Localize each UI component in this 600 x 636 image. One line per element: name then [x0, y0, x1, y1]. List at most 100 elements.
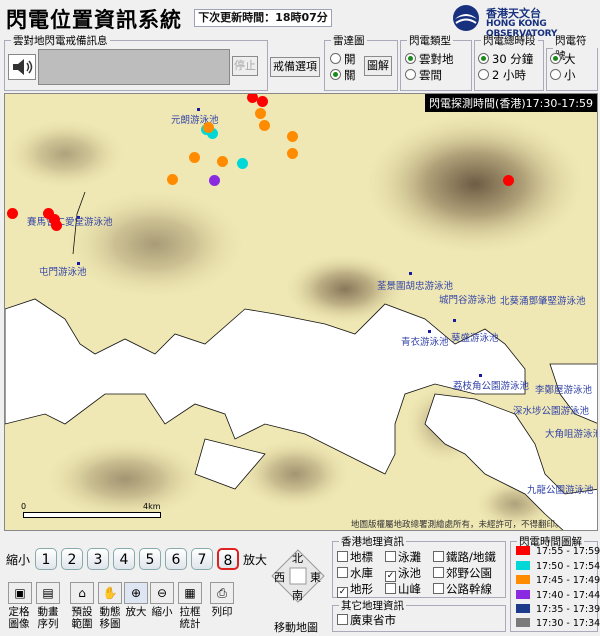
pan-west[interactable]: 西	[274, 569, 285, 585]
geo-peak-checkbox[interactable]: 山峰	[385, 581, 421, 597]
scale-start: 0	[21, 502, 27, 511]
map-copyright: 地圖版權屬地政總署測繪處所有，未經許可，不得翻印。	[351, 520, 564, 530]
pool-label: 大角咀游泳池	[545, 429, 598, 440]
legend-swatch	[516, 575, 530, 584]
animation-label: 動畫 序列	[37, 606, 59, 630]
pool-label: 李鄭屋游泳池	[535, 385, 593, 396]
type-cloud-ground-radio[interactable]: 雲對地	[405, 51, 454, 67]
geo-info-legend: 香港地理資訊	[341, 536, 404, 548]
pan-button[interactable]: ✋	[98, 582, 122, 604]
stop-alert-button[interactable]: 停止	[232, 56, 258, 76]
pool-label: 葵盛游泳池	[451, 333, 499, 344]
zoom-level-5[interactable]: 5	[139, 548, 161, 570]
zoom-level-8[interactable]: 8	[217, 548, 239, 570]
home-icon: ⌂	[78, 586, 86, 600]
zoom-shrink-label: 縮小	[6, 553, 31, 567]
alert-panel-legend: 雲對地閃電戒備訊息	[13, 35, 108, 47]
scale-bar	[23, 512, 161, 518]
app-title: 閃電位置資訊系統	[6, 8, 182, 32]
box-stats-button[interactable]: ▦	[178, 582, 202, 604]
radar-legend-button[interactable]: 圖解	[364, 56, 392, 76]
lightning-strike	[51, 220, 62, 231]
lightning-strike	[287, 148, 298, 159]
period-2hr-radio[interactable]: 2 小時	[478, 67, 526, 83]
zoom-level-3[interactable]: 3	[87, 548, 109, 570]
legend-swatch	[516, 546, 530, 555]
radar-panel-legend: 雷達圖	[333, 35, 365, 47]
next-update-time: 下次更新時間：18時07分	[194, 9, 332, 27]
lightning-strike	[217, 156, 228, 167]
pool-label: 荃景圍胡忠游泳池	[377, 281, 454, 292]
geo-highway-checkbox[interactable]: 公路幹線	[433, 581, 492, 597]
guangdong-cities-label: 廣東省市	[350, 613, 396, 627]
still-image-icon: ▣	[14, 586, 26, 600]
lightning-strike	[287, 131, 298, 142]
lightning-strike	[203, 122, 214, 133]
geo-reservoir-checkbox[interactable]: 水庫	[337, 565, 373, 581]
geo-country-park-checkbox[interactable]: 郊野公園	[433, 565, 492, 581]
legend-row: 17:50 - 17:54	[516, 561, 600, 572]
pan-south[interactable]: 南	[292, 587, 303, 603]
printer-icon: ⎙	[217, 586, 227, 600]
pool-marker	[428, 330, 431, 333]
lightning-map[interactable]: 閃電探測時間(香港)17:30-17:59 元朗游泳池 賽馬會仁愛堂游泳池 屯門…	[4, 93, 598, 531]
hand-icon: ✋	[102, 586, 118, 600]
speaker-button[interactable]	[8, 54, 36, 80]
alert-message-box	[38, 49, 230, 85]
zoom-in-icon: ⊕	[130, 586, 142, 600]
legend-row: 17:40 - 17:44	[516, 590, 600, 601]
pool-label: 深水埗公園游泳池	[513, 406, 590, 417]
zoom-in-button[interactable]: ⊕	[124, 582, 148, 604]
zoom-level-7[interactable]: 7	[191, 548, 213, 570]
type-cloud-cloud-radio[interactable]: 雲間	[405, 67, 442, 83]
lightning-type-legend: 閃電類型	[409, 35, 451, 47]
geo-country-park-label: 郊野公園	[446, 566, 492, 580]
still-image-button[interactable]: ▣	[8, 582, 32, 604]
alert-options-button[interactable]: 戒備選項	[270, 57, 320, 77]
geo-landmark-label: 地標	[350, 550, 373, 564]
geo-railway-checkbox[interactable]: 鐵路/地鐵	[433, 549, 496, 565]
geo-pool-checkbox[interactable]: ✓ 泳池	[385, 565, 421, 582]
default-extent-button[interactable]: ⌂	[70, 582, 94, 604]
zoom-out-button[interactable]: ⊖	[150, 582, 174, 604]
scale-end: 4km	[143, 502, 161, 511]
other-geo-legend: 其它地理資訊	[341, 600, 404, 612]
geo-beach-checkbox[interactable]: 泳灘	[385, 549, 421, 565]
period-30min-label: 30 分鐘	[492, 52, 534, 66]
print-label: 列印	[211, 606, 233, 618]
lightning-strike	[259, 120, 270, 131]
print-button[interactable]: ⎙	[210, 582, 234, 604]
lightning-strike	[257, 96, 268, 107]
symbol-large-label: 大	[564, 52, 576, 66]
lightning-period-legend: 閃電總時段	[483, 35, 536, 47]
symbol-small-radio[interactable]: 小	[550, 67, 576, 83]
box-stats-label: 拉框 統計	[179, 606, 201, 630]
zoom-level-4[interactable]: 4	[113, 548, 135, 570]
geo-highway-label: 公路幹線	[446, 582, 492, 596]
radar-off-radio[interactable]: 關	[330, 67, 356, 83]
zoom-level-6[interactable]: 6	[165, 548, 187, 570]
pan-north[interactable]: 北	[292, 550, 303, 566]
zoom-level-1[interactable]: 1	[35, 548, 57, 570]
legend-row: 17:45 - 17:49	[516, 575, 600, 586]
legend-swatch	[516, 561, 530, 570]
pan-east[interactable]: 東	[310, 569, 321, 585]
animation-button[interactable]: ▤	[36, 582, 60, 604]
lightning-strike	[255, 108, 266, 119]
geo-terrain-checkbox[interactable]: ✓ 地形	[337, 581, 373, 598]
geo-peak-label: 山峰	[398, 582, 421, 596]
pool-marker	[453, 319, 456, 322]
geo-landmark-checkbox[interactable]: 地標	[337, 549, 373, 565]
period-30min-radio[interactable]: 30 分鐘	[478, 51, 533, 67]
zoom-enlarge-label: 放大	[243, 553, 268, 567]
radar-on-radio[interactable]: 開	[330, 51, 356, 67]
guangdong-cities-checkbox[interactable]: 廣東省市	[337, 612, 396, 628]
symbol-small-label: 小	[564, 68, 576, 82]
symbol-large-radio[interactable]: 大	[550, 51, 576, 67]
radar-on-label: 開	[344, 52, 356, 66]
pan-map-label: 移動地圖	[274, 621, 318, 634]
geo-terrain-label: 地形	[350, 582, 373, 596]
legend-row: 17:35 - 17:39	[516, 604, 600, 615]
legend-row-label: 17:55 - 17:59	[536, 546, 600, 557]
zoom-level-2[interactable]: 2	[61, 548, 83, 570]
